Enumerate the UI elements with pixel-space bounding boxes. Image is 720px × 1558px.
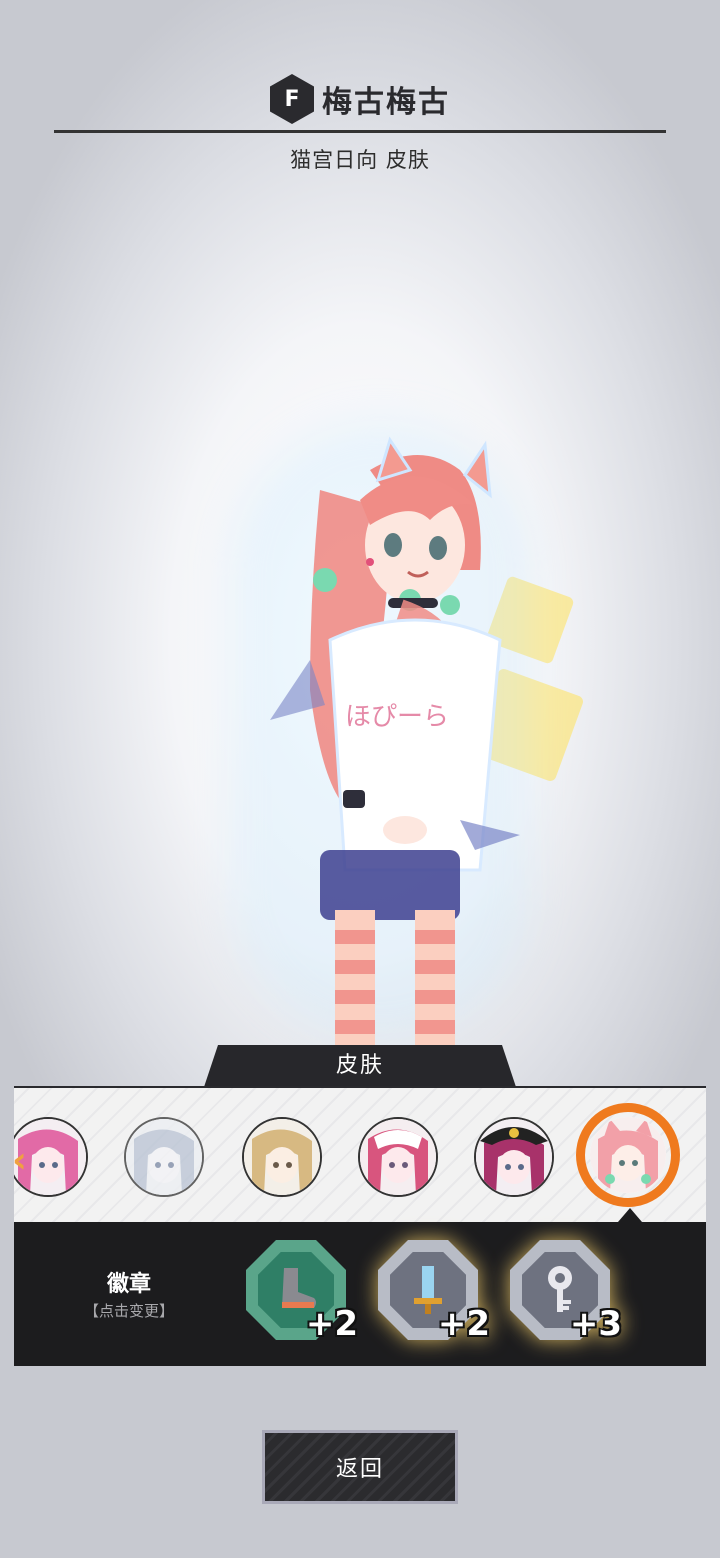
badge-change-hint[interactable]: 【点击变更】: [62, 1300, 196, 1321]
badge-label: 徽章: [106, 1272, 151, 1297]
tab-skin[interactable]: 皮肤: [204, 1045, 516, 1087]
skin-avatar-4[interactable]: [358, 1117, 438, 1197]
app-logo-icon: F: [270, 74, 314, 124]
skin-avatar-6-selected[interactable]: [590, 1117, 666, 1193]
back-button[interactable]: 返回: [262, 1430, 458, 1504]
badge-level: +2: [305, 1304, 358, 1344]
app-title: 梅古梅古: [322, 85, 450, 120]
badge-level: +2: [437, 1304, 490, 1344]
badge-boot[interactable]: +2: [246, 1240, 358, 1344]
skin-carousel[interactable]: [14, 1086, 706, 1224]
selection-pointer: [618, 1208, 642, 1222]
skin-avatar-2[interactable]: [124, 1117, 204, 1197]
skin-avatar-3[interactable]: [242, 1117, 322, 1197]
header: F 梅古梅古 猫宫日向 皮肤: [0, 0, 720, 190]
shirt-print: ほぴーら: [345, 702, 449, 732]
header-divider: [54, 130, 666, 133]
badge-bar[interactable]: 徽章 【点击变更】 +2 +2 +3: [14, 1222, 706, 1366]
character-model: ほぴーら: [270, 436, 520, 1060]
character-skin-subtitle: 猫宫日向 皮肤: [290, 148, 430, 172]
scroll-left-icon[interactable]: ‹: [12, 1140, 27, 1181]
badge-key[interactable]: +3: [510, 1240, 622, 1344]
skin-avatar-5[interactable]: [474, 1117, 554, 1197]
badge-level: +3: [569, 1304, 622, 1344]
badge-sword[interactable]: +2: [378, 1240, 490, 1344]
title-row: F 梅古梅古: [0, 74, 720, 124]
